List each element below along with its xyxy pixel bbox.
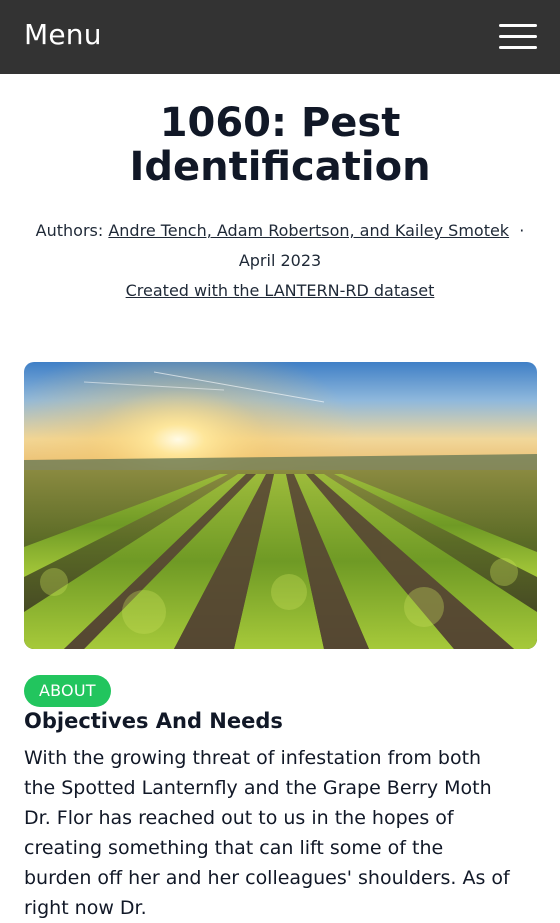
authors-link[interactable]: Andre Tench, Adam Robertson, and Kailey … [108, 221, 509, 240]
menu-title[interactable]: Menu [24, 18, 102, 51]
hamburger-line [499, 35, 537, 38]
vineyard-sunset-image [24, 362, 537, 649]
article-meta: Authors: Andre Tench, Adam Robertson, an… [20, 216, 540, 306]
about-badge: ABOUT [24, 675, 111, 707]
authors-prefix: Authors: [35, 221, 104, 240]
hamburger-icon[interactable] [499, 24, 537, 50]
top-nav-bar: Menu [0, 0, 560, 74]
section-body: With the growing threat of infestation f… [24, 747, 510, 919]
dataset-link[interactable]: Created with the LANTERN-RD dataset [126, 281, 435, 300]
section-heading: Objectives And Needs [24, 709, 283, 733]
hamburger-line [499, 46, 537, 49]
hamburger-line [499, 24, 537, 27]
page-title: 1060: Pest Identification [129, 100, 431, 190]
